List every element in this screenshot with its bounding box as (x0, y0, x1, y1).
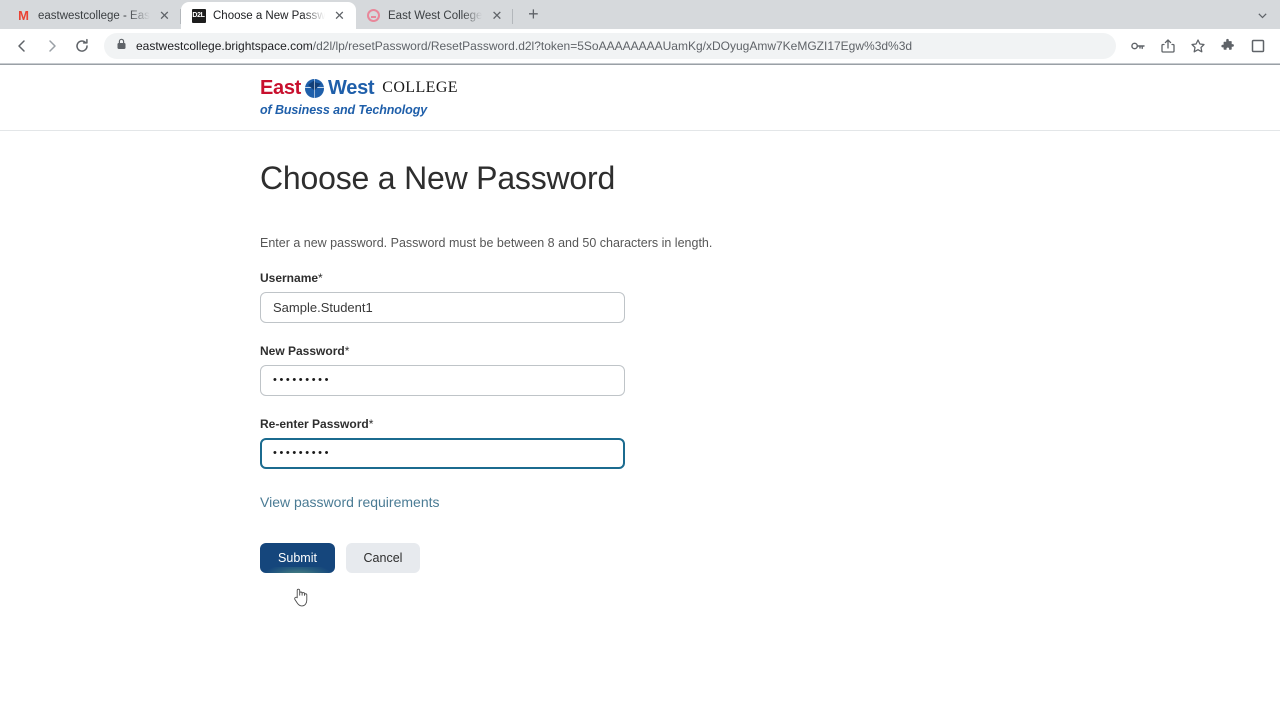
d2l-icon: D2L (191, 8, 206, 23)
mouse-cursor (293, 587, 310, 608)
click-highlight (259, 567, 337, 619)
input-value: ••••••••• (273, 447, 332, 459)
lock-icon (116, 37, 127, 55)
globe-icon (305, 78, 325, 98)
page-intro-text: Enter a new password. Password must be b… (260, 236, 713, 250)
field-label-text: Username (260, 271, 319, 285)
field-reenter-password: Re-enter Password* ••••••••• (260, 417, 1280, 469)
required-marker: * (318, 271, 323, 285)
input-value: ••••••••• (273, 374, 332, 386)
page-title: Choose a New Password (260, 160, 616, 196)
extensions-puzzle-icon[interactable] (1214, 32, 1242, 60)
logo-west-text: West (328, 77, 375, 99)
input-value: Sample.Student1 (273, 300, 373, 315)
field-label: Username* (260, 271, 1280, 285)
required-marker: * (368, 417, 374, 431)
browser-tab-1[interactable]: M eastwestcollege - EastWestColleg ✕ (6, 2, 181, 29)
new-password-input[interactable]: ••••••••• (260, 365, 625, 396)
page-viewport: East West COLLEGE of Business and Techno… (0, 64, 1280, 720)
browser-window: M eastwestcollege - EastWestColleg ✕ D2L… (0, 0, 1280, 720)
share-icon[interactable] (1154, 32, 1182, 60)
circle-icon (366, 8, 381, 23)
close-icon[interactable]: ✕ (489, 8, 504, 23)
bookmark-star-icon[interactable] (1184, 32, 1212, 60)
site-header: East West COLLEGE of Business and Techno… (0, 65, 1280, 131)
address-bar-url: eastwestcollege.brightspace.com/d2l/lp/r… (136, 39, 913, 53)
close-icon[interactable]: ✕ (157, 8, 172, 23)
profile-icon[interactable] (1244, 32, 1272, 60)
key-icon[interactable] (1124, 32, 1152, 60)
reload-icon[interactable] (68, 32, 96, 60)
logo-east-text: East (260, 77, 302, 99)
form-actions: Submit Cancel (260, 543, 1280, 573)
tab-title: eastwestcollege - EastWestColleg (38, 9, 150, 22)
toolbar-right-icons (1124, 32, 1272, 60)
tab-title: Choose a New Password - EastW (213, 9, 325, 22)
cancel-button[interactable]: Cancel (346, 543, 420, 573)
field-label-text: New Password (260, 344, 345, 358)
logo-tagline: of Business and Technology (260, 103, 428, 117)
tab-title: East West College (388, 9, 483, 22)
page-content: Choose a New Password Enter a new passwo… (0, 131, 1280, 573)
logo-college-text: COLLEGE (382, 79, 458, 96)
tab-strip-right (1248, 3, 1276, 27)
field-new-password: New Password* ••••••••• (260, 344, 1280, 396)
browser-tab-3[interactable]: East West College ✕ (356, 2, 514, 29)
browser-toolbar: eastwestcollege.brightspace.com/d2l/lp/r… (0, 29, 1280, 64)
address-bar[interactable]: eastwestcollege.brightspace.com/d2l/lp/r… (104, 33, 1116, 59)
forward-arrow-icon[interactable] (38, 32, 66, 60)
new-tab-button[interactable]: + (519, 0, 547, 28)
username-input[interactable]: Sample.Student1 (260, 292, 625, 323)
gmail-icon: M (18, 8, 29, 23)
site-logo[interactable]: East West COLLEGE of Business and Techno… (260, 77, 458, 117)
chevron-down-icon[interactable] (1248, 3, 1276, 27)
reenter-password-input[interactable]: ••••••••• (260, 438, 625, 469)
field-label-text: Re-enter Password (260, 417, 369, 431)
required-marker: * (344, 344, 350, 358)
view-password-requirements-link[interactable]: View password requirements (260, 494, 440, 510)
field-label: Re-enter Password* (260, 417, 1280, 431)
close-icon[interactable]: ✕ (332, 8, 347, 23)
back-arrow-icon[interactable] (8, 32, 36, 60)
submit-button[interactable]: Submit (260, 543, 335, 573)
field-username: Username* Sample.Student1 (260, 271, 1280, 323)
tab-strip: M eastwestcollege - EastWestColleg ✕ D2L… (0, 0, 1280, 29)
field-label: New Password* (260, 344, 1280, 358)
logo-primary-row: East West COLLEGE (260, 77, 458, 99)
browser-tab-2[interactable]: D2L Choose a New Password - EastW ✕ (181, 2, 356, 29)
